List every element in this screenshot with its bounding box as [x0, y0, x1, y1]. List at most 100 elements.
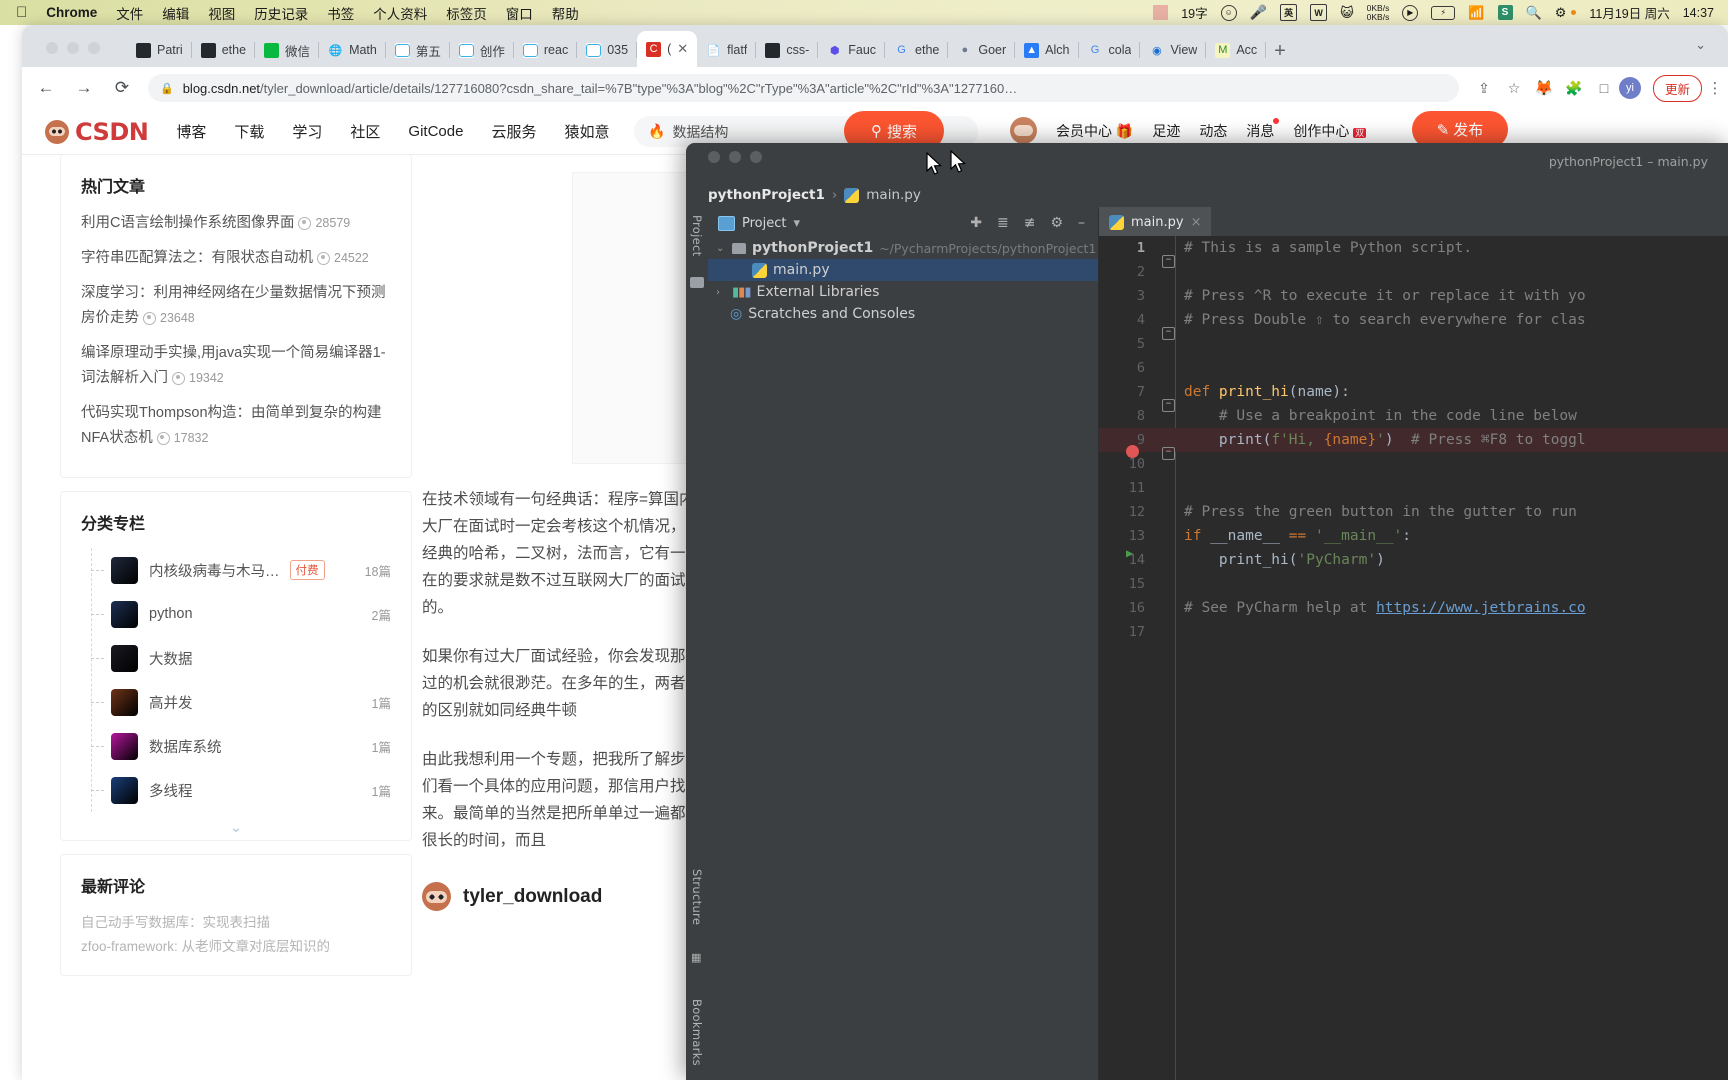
project-folder-icon[interactable] — [690, 277, 704, 288]
browser-tab[interactable]: 035 — [577, 33, 638, 67]
hot-article-item[interactable]: 代码实现Thompson构造：由简单到复杂的构建NFA状态机 17832 — [81, 401, 391, 451]
project-tree-row[interactable]: ⌄ pythonProject1 ~/PycharmProjects/pythonP… — [708, 237, 1098, 259]
column-item[interactable]: python 2篇 — [81, 592, 391, 636]
window-maximize-button[interactable] — [88, 42, 100, 54]
menu-item-edit[interactable]: 编辑 — [162, 3, 189, 23]
apple-logo-icon[interactable]:  — [16, 5, 27, 20]
code-area[interactable]: 1− # This is a sample Python script. 2 3 # P… — [1099, 236, 1728, 1080]
hide-panel-icon[interactable]: – — [1078, 215, 1085, 231]
tool-tab-bookmarks[interactable]: Bookmarks — [690, 999, 704, 1066]
nav-message[interactable]: 消息 — [1246, 117, 1280, 141]
expand-all-icon[interactable]: ≣ — [997, 215, 1009, 231]
structure-icon[interactable]: ▦ — [691, 951, 701, 964]
nav-study[interactable]: 学习 — [292, 121, 322, 142]
browser-tab[interactable]: Gcola — [1079, 33, 1141, 67]
user-avatar[interactable] — [1010, 117, 1037, 144]
code-line[interactable]: 14 print_hi('PyCharm') — [1099, 548, 1728, 572]
breadcrumb-project[interactable]: pythonProject1 — [708, 187, 825, 203]
code-line[interactable]: 11 — [1099, 476, 1728, 500]
browser-tab[interactable]: 🌐 Math — [319, 33, 386, 67]
word-app-icon[interactable]: W — [1310, 4, 1328, 21]
code-line[interactable]: 2 — [1099, 260, 1728, 284]
cat-icon[interactable]: 😺 — [1340, 5, 1354, 21]
code-line[interactable]: 7− def print_hi(name): — [1099, 380, 1728, 412]
browser-tab[interactable]: reac — [514, 33, 578, 67]
play-circle-icon[interactable]: ▶ — [1402, 4, 1419, 21]
settings-gear-icon[interactable]: ⚙ — [1050, 215, 1063, 231]
window-minimize-button[interactable] — [67, 42, 79, 54]
column-item[interactable]: 数据库系统 1篇 — [81, 724, 391, 768]
clipboard-icon[interactable] — [1153, 5, 1169, 20]
bookmark-star-icon[interactable]: ☆ — [1499, 80, 1529, 97]
code-line[interactable]: 15 — [1099, 572, 1728, 596]
browser-tab[interactable]: 第五 — [386, 33, 450, 67]
metamask-icon[interactable]: 🦊 — [1529, 79, 1559, 97]
csdn-logo[interactable]: CSDN — [45, 118, 149, 146]
project-tree-row[interactable]: › ▮▮▮ External Libraries — [708, 281, 1098, 303]
control-center-icon[interactable]: ⚙ — [1555, 5, 1567, 21]
menu-item-help[interactable]: 帮助 — [552, 3, 579, 23]
browser-tab[interactable]: ethe — [192, 33, 256, 67]
editor-tab-mainpy[interactable]: main.py × — [1099, 207, 1212, 236]
project-tree-row[interactable]: ◎ Scratches and Consoles — [708, 303, 1098, 325]
code-line[interactable]: 16 # See PyCharm help at https://www.jetb… — [1099, 596, 1728, 620]
pycharm-maximize-button[interactable] — [750, 151, 762, 163]
comment-item[interactable]: 自己动手写数据库：实现表扫描 — [81, 911, 391, 935]
battery-icon[interactable]: ⚡ — [1431, 5, 1456, 20]
column-item[interactable]: 大数据 — [81, 636, 391, 680]
collapse-all-icon[interactable]: ≢ — [1024, 215, 1036, 231]
nav-gitcode[interactable]: GitCode — [408, 123, 463, 140]
nav-blog[interactable]: 博客 — [176, 121, 206, 142]
input-method-icon[interactable]: 英 — [1280, 4, 1298, 21]
extensions-icon[interactable]: 🧩 — [1559, 80, 1589, 97]
browser-tab[interactable]: C (✕ — [637, 31, 698, 67]
menu-item-history[interactable]: 历史记录 — [254, 3, 308, 23]
browser-tab[interactable]: css- — [756, 33, 819, 67]
code-line[interactable]: 13 ▶ if __name__ == '__main__': — [1099, 524, 1728, 560]
hot-article-item[interactable]: 深度学习：利用神经网络在少量数据情况下预测房价走势 23648 — [81, 281, 391, 331]
tool-tab-structure[interactable]: Structure — [690, 869, 704, 925]
reload-button[interactable]: ⟳ — [108, 78, 136, 98]
code-line[interactable]: 4− # Press Double ⇧ to search everywhere … — [1099, 308, 1728, 340]
tree-expand-arrow[interactable]: › — [716, 287, 726, 298]
sogou-icon[interactable]: S — [1497, 5, 1513, 20]
hot-article-item[interactable]: 编译原理动手实操,用java实现一个简易编译器1-词法解析入门 19342 — [81, 341, 391, 391]
browser-tab[interactable]: 创作 — [450, 33, 514, 67]
avatar[interactable]: yi — [1618, 77, 1649, 99]
spotlight-search-icon[interactable]: 🔍 — [1526, 5, 1542, 21]
browser-tab[interactable]: ● Goer — [948, 33, 1016, 67]
code-line[interactable]: 17 — [1099, 620, 1728, 644]
network-speed-indicator[interactable]: 0KB/s 0KB/s — [1367, 3, 1390, 22]
browser-tab[interactable]: Gethe — [885, 33, 949, 67]
breadcrumb-file[interactable]: main.py — [866, 187, 921, 203]
address-bar[interactable]: 🔒 blog.csdn.net /tyler_download/article/… — [148, 74, 1459, 102]
sidepanel-icon[interactable]: □ — [1589, 80, 1619, 96]
pycharm-minimize-button[interactable] — [729, 151, 741, 163]
browser-tab[interactable]: ⬢ Fauc — [818, 33, 886, 67]
code-line[interactable]: 1− # This is a sample Python script. — [1099, 236, 1728, 268]
menu-item-chrome[interactable]: Chrome — [46, 5, 97, 20]
column-item[interactable]: 多线程 1篇 — [81, 768, 391, 812]
code-line[interactable]: 9− print(f'Hi, {name}') # Press ⌘F8 to t… — [1099, 428, 1728, 460]
close-icon[interactable]: × — [1191, 215, 1202, 230]
menu-item-tabs[interactable]: 标签页 — [446, 3, 487, 23]
column-item[interactable]: 高并发 1篇 — [81, 680, 391, 724]
menu-item-file[interactable]: 文件 — [116, 3, 143, 23]
code-line[interactable]: 8 # Use a breakpoint in the code line be… — [1099, 404, 1728, 428]
new-tab-button[interactable]: + — [1274, 41, 1286, 67]
tool-tab-project[interactable]: Project — [690, 215, 704, 256]
tab-close-icon[interactable]: ✕ — [677, 41, 688, 57]
code-line[interactable]: 12 # Press the green button in the gutter… — [1099, 500, 1728, 524]
menu-item-bookmarks[interactable]: 书签 — [327, 3, 354, 23]
nav-footprint[interactable]: 足迹 — [1152, 121, 1180, 141]
browser-tab[interactable]: 微信 — [255, 33, 320, 67]
nav-community[interactable]: 社区 — [350, 121, 380, 142]
browser-tab[interactable]: ◉ View — [1140, 33, 1207, 67]
forward-button[interactable]: → — [70, 78, 98, 98]
comment-item[interactable]: zfoo-framework: 从老师文章对底层知识的 — [81, 935, 391, 959]
menubar-date[interactable]: 11月19日 周六 — [1589, 3, 1669, 22]
hot-article-item[interactable]: 字符串匹配算法之：有限状态自动机 24522 — [81, 246, 391, 271]
nav-creator-center[interactable]: 创作中心 双 — [1293, 121, 1367, 141]
nav-download[interactable]: 下载 — [234, 121, 264, 142]
share-icon[interactable]: ⇪ — [1469, 80, 1499, 97]
